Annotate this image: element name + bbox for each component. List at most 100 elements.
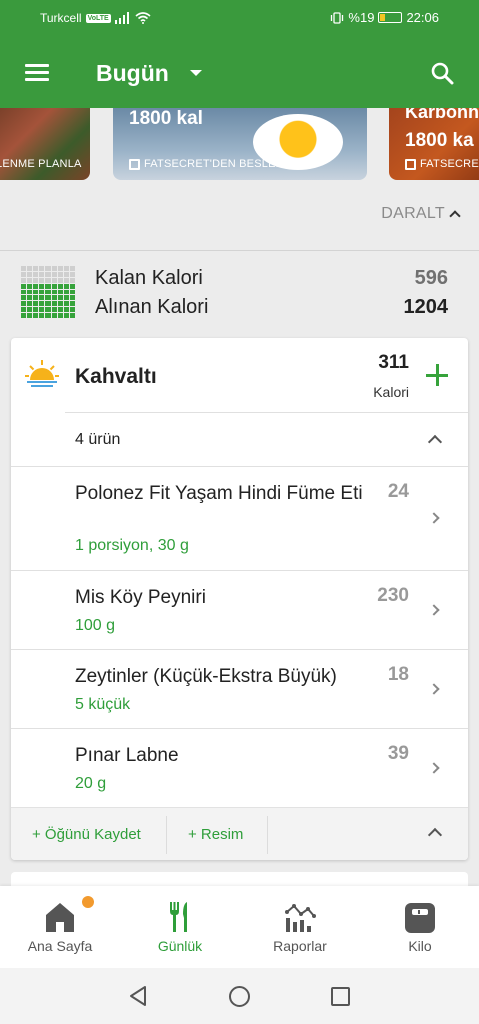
grid-cell <box>45 289 51 295</box>
grid-cell <box>39 301 45 307</box>
nav-diary[interactable]: Günlük <box>120 886 240 968</box>
grid-cell <box>33 283 39 289</box>
grid-cell <box>45 277 51 283</box>
grid-cell <box>27 301 33 307</box>
book-icon <box>405 158 416 170</box>
grid-cell <box>69 289 75 295</box>
food-item[interactable]: Pınar Labne 20 g 39 <box>11 728 468 807</box>
remaining-calories-label: Kalan Kalori <box>95 267 203 289</box>
grid-cell <box>57 301 63 307</box>
meal-card-breakfast: Kahvaltı 311 Kalori 4 ürün Polonez Fit Y… <box>11 338 468 860</box>
grid-cell <box>21 283 27 289</box>
add-food-icon[interactable] <box>426 364 448 386</box>
carrier-name: Turkcell <box>40 11 82 25</box>
grid-cell <box>27 277 33 283</box>
banner-meal-plan[interactable]: LENME PLANLA <box>0 108 90 180</box>
grid-cell <box>69 313 75 318</box>
banner-carousel[interactable]: LENME PLANLA 1800 kal FATSECRET'DEN BESL… <box>0 108 479 186</box>
grid-cell <box>45 266 51 271</box>
grid-cell <box>51 277 57 283</box>
nav-label: Günlük <box>157 938 203 954</box>
grid-cell <box>45 295 51 301</box>
grid-cell <box>21 289 27 295</box>
back-icon[interactable] <box>127 985 149 1007</box>
grid-cell <box>51 295 57 301</box>
nav-label: Ana Sayfa <box>27 938 93 954</box>
nav-home[interactable]: Ana Sayfa <box>0 886 120 968</box>
grid-cell <box>21 295 27 301</box>
recent-apps-icon[interactable] <box>331 987 350 1006</box>
battery-percent: %19 <box>348 10 375 25</box>
meal-header[interactable]: Kahvaltı 311 Kalori <box>11 338 468 412</box>
grid-cell <box>27 283 33 289</box>
system-navigation-bar <box>0 968 479 1024</box>
grid-cell <box>33 271 39 277</box>
remaining-calories-value: 596 <box>414 267 448 289</box>
grid-cell <box>39 307 45 313</box>
grid-cell <box>33 289 39 295</box>
chevron-right-icon <box>428 512 440 524</box>
collapse-meal-icon[interactable] <box>427 827 443 843</box>
meal-calories-unit: Kalori <box>373 384 409 400</box>
calorie-summary[interactable]: Kalan Kalori 596 Alınan Kalori 1204 <box>0 251 479 337</box>
grid-cell <box>39 266 45 271</box>
nav-weight[interactable]: Kilo <box>360 886 479 968</box>
save-meal-button[interactable]: + Öğünü Kaydet <box>32 808 141 861</box>
items-count-row[interactable]: 4 ürün <box>65 412 468 466</box>
chevron-right-icon <box>428 604 440 616</box>
grid-cell <box>51 283 57 289</box>
home-button-icon[interactable] <box>229 986 250 1007</box>
food-item[interactable]: Zeytinler (Küçük-Ekstra Büyük) 5 küçük 1… <box>11 649 468 728</box>
grid-cell <box>21 266 27 271</box>
add-photo-button[interactable]: + Resim <box>188 808 243 861</box>
grid-cell <box>69 283 75 289</box>
food-item[interactable]: Mis Köy Peyniri 100 g 230 <box>11 570 468 649</box>
grid-cell <box>39 271 45 277</box>
menu-icon[interactable] <box>25 64 49 82</box>
grid-cell <box>21 277 27 283</box>
banner-subtitle: FATSECRET <box>420 158 479 170</box>
nav-reports[interactable]: Raporlar <box>240 886 360 968</box>
grid-cell <box>39 283 45 289</box>
search-icon[interactable] <box>430 61 454 85</box>
grid-cell <box>63 307 69 313</box>
grid-cell <box>39 277 45 283</box>
grid-cell <box>27 307 33 313</box>
food-portion: 1 porsiyon, 30 g <box>75 537 189 554</box>
grid-cell <box>27 266 33 271</box>
grid-cell <box>69 307 75 313</box>
grid-cell <box>51 289 57 295</box>
items-count: 4 ürün <box>75 431 121 448</box>
collapse-button[interactable]: DARALT <box>381 205 461 223</box>
grid-cell <box>21 271 27 277</box>
food-item[interactable]: Polonez Fit Yaşam Hindi Füme Eti 1 porsi… <box>11 466 468 570</box>
grid-cell <box>33 307 39 313</box>
page-title[interactable]: Bugün <box>96 60 169 87</box>
grid-cell <box>69 266 75 271</box>
banner-low-carb[interactable]: Karbonh 1800 ka FATSECRET <box>389 108 479 180</box>
dropdown-arrow-icon[interactable] <box>190 70 202 76</box>
grid-cell <box>63 277 69 283</box>
meal-title: Kahvaltı <box>75 365 157 388</box>
grid-cell <box>69 271 75 277</box>
chevron-right-icon <box>428 683 440 695</box>
grid-cell <box>27 313 33 318</box>
grid-cell <box>45 313 51 318</box>
banner-calories: 1800 ka <box>405 130 474 151</box>
banner-fatsecret-plan[interactable]: 1800 kal FATSECRET'DEN BESLENME <box>113 108 367 180</box>
home-icon <box>46 903 74 932</box>
food-calories: 230 <box>377 585 409 606</box>
banner-subtitle: FATSECRET'DEN BESLENME <box>144 158 301 170</box>
clock: 22:06 <box>406 10 439 25</box>
food-name: Polonez Fit Yaşam Hindi Füme Eti <box>75 483 363 504</box>
grid-cell <box>45 283 51 289</box>
grid-cell <box>45 307 51 313</box>
banner-calories: 1800 kal <box>129 108 203 129</box>
grid-cell <box>51 271 57 277</box>
grid-cell <box>57 313 63 318</box>
scale-icon <box>405 903 435 933</box>
grid-cell <box>45 271 51 277</box>
banner-title: Karbonh <box>405 108 479 122</box>
food-name: Zeytinler (Küçük-Ekstra Büyük) <box>75 666 337 687</box>
grid-cell <box>69 295 75 301</box>
